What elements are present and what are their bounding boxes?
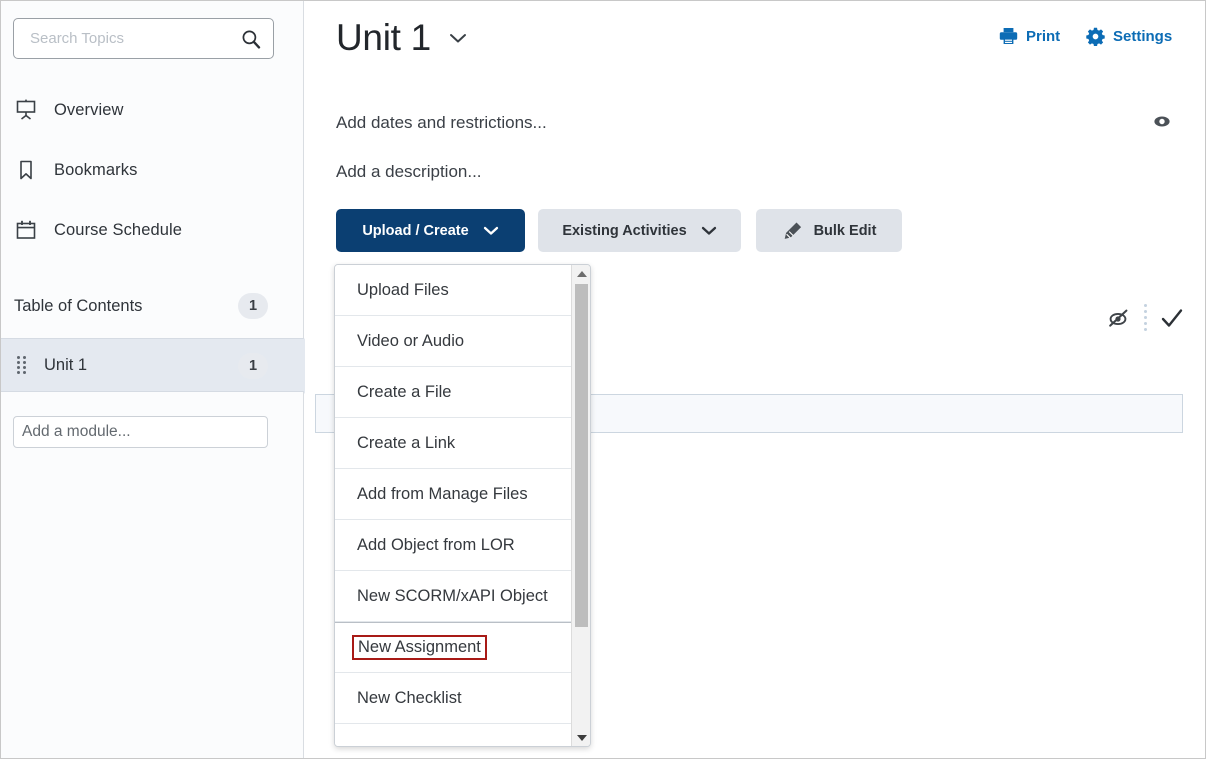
- sidebar-item-unit-1[interactable]: Unit 1 1: [1, 338, 327, 394]
- eye-icon[interactable]: [1151, 111, 1173, 133]
- pencil-edit-icon: [782, 221, 803, 241]
- existing-activities-button[interactable]: Existing Activities: [538, 209, 741, 252]
- topic-row-actions: [1107, 304, 1184, 331]
- drag-grip-icon[interactable]: [17, 356, 26, 374]
- search-input[interactable]: [14, 19, 224, 58]
- triangle-down-icon[interactable]: [572, 729, 590, 746]
- menu-item-partial[interactable]: [335, 724, 573, 746]
- sidebar-item-course-schedule[interactable]: Course Schedule: [1, 209, 304, 251]
- menu-item-create-a-link[interactable]: Create a Link: [335, 418, 573, 469]
- eye-slash-icon[interactable]: [1107, 308, 1131, 328]
- scrollbar-thumb[interactable]: [575, 284, 588, 627]
- menu-item-add-object-from-lor[interactable]: Add Object from LOR: [335, 520, 573, 571]
- search-topics-box[interactable]: [13, 18, 274, 59]
- table-of-contents-label: Table of Contents: [14, 296, 143, 315]
- menu-item-label: Video or Audio: [357, 331, 465, 350]
- menu-item-label: New Assignment: [352, 634, 487, 661]
- menu-item-upload-files[interactable]: Upload Files: [335, 265, 573, 316]
- menu-item-label: Add Object from LOR: [357, 535, 515, 554]
- triangle-up-icon[interactable]: [572, 265, 590, 282]
- menu-item-new-checklist[interactable]: New Checklist: [335, 673, 573, 724]
- menu-item-label: Upload Files: [357, 280, 449, 299]
- menu-item-add-from-manage-files[interactable]: Add from Manage Files: [335, 469, 573, 520]
- add-dates-restrictions-link[interactable]: Add dates and restrictions...: [336, 113, 547, 133]
- existing-activities-label: Existing Activities: [562, 222, 687, 239]
- sidebar-item-overview[interactable]: Overview: [1, 89, 304, 131]
- upload-create-dropdown-menu: Upload Files Video or Audio Create a Fil…: [334, 264, 591, 747]
- page-title-group[interactable]: Unit 1: [336, 15, 469, 61]
- chevron-down-icon: [701, 225, 717, 236]
- sidebar-item-bookmarks[interactable]: Bookmarks: [1, 149, 304, 191]
- sidebar-item-label: Overview: [54, 100, 124, 119]
- print-label: Print: [1026, 27, 1061, 45]
- sidebar-module-label: Unit 1: [44, 355, 88, 374]
- menu-item-new-scorm-xapi-object[interactable]: New SCORM/xAPI Object: [335, 571, 573, 622]
- bulk-edit-button[interactable]: Bulk Edit: [756, 209, 902, 252]
- gear-icon: [1086, 27, 1105, 46]
- table-of-contents-count: 1: [238, 293, 268, 319]
- chevron-down-icon[interactable]: [447, 31, 469, 50]
- menu-item-label: New SCORM/xAPI Object: [357, 586, 548, 605]
- menu-item-label: Create a File: [357, 382, 452, 401]
- settings-label: Settings: [1113, 28, 1173, 45]
- upload-create-button[interactable]: Upload / Create: [336, 209, 525, 252]
- checkmark-icon[interactable]: [1160, 307, 1184, 329]
- page-title: Unit 1: [336, 17, 431, 58]
- menu-item-label: New Checklist: [357, 688, 462, 707]
- sidebar-item-label: Course Schedule: [54, 220, 183, 239]
- calendar-icon: [14, 218, 38, 242]
- content-browser-window: Overview Bookmarks Course Schedule: [0, 0, 1206, 759]
- add-module-input[interactable]: Add a module...: [13, 416, 268, 448]
- vertical-dots-icon[interactable]: [1144, 304, 1147, 331]
- bulk-edit-label: Bulk Edit: [813, 222, 877, 239]
- menu-item-label: Create a Link: [357, 433, 456, 452]
- menu-item-new-assignment[interactable]: New Assignment: [335, 622, 573, 673]
- menu-item-video-or-audio[interactable]: Video or Audio: [335, 316, 573, 367]
- printer-icon: [999, 27, 1018, 45]
- dropdown-scrollbar[interactable]: [571, 265, 590, 746]
- sidebar-item-label: Bookmarks: [54, 160, 138, 179]
- chevron-down-icon: [483, 225, 499, 236]
- upload-create-label: Upload / Create: [362, 222, 469, 239]
- sidebar-module-count: 1: [238, 353, 268, 379]
- add-description-link[interactable]: Add a description...: [336, 162, 482, 182]
- print-button[interactable]: Print: [999, 27, 1060, 45]
- sidebar: Overview Bookmarks Course Schedule: [1, 1, 327, 758]
- menu-item-label: Add from Manage Files: [357, 484, 528, 503]
- settings-button[interactable]: Settings: [1086, 27, 1172, 46]
- bookmark-icon: [14, 158, 38, 182]
- table-of-contents-row[interactable]: Table of Contents 1: [1, 289, 304, 323]
- menu-item-create-a-file[interactable]: Create a File: [335, 367, 573, 418]
- search-icon[interactable]: [241, 29, 261, 49]
- presentation-screen-icon: [14, 98, 38, 122]
